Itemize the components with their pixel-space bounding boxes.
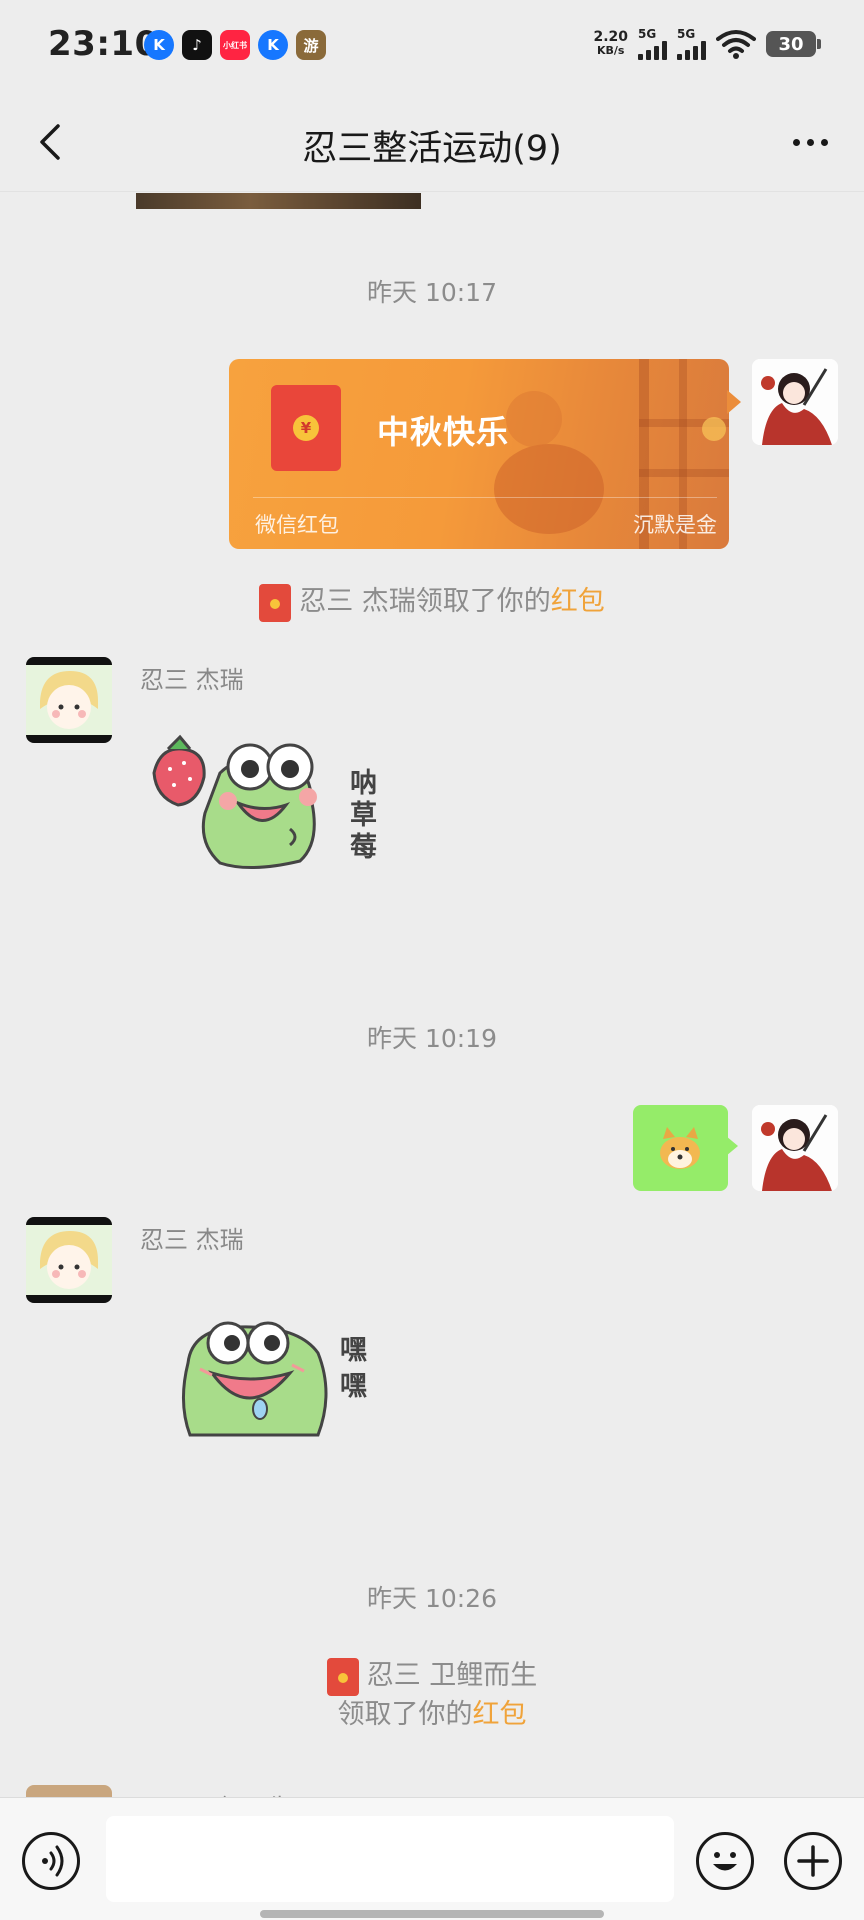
red-packet-source: 微信红包 bbox=[255, 513, 339, 537]
chat-messages[interactable]: 昨天 10:17 ¥ 中秋快乐 微信红包 沉默是金 忍三 杰瑞领取了你的红包 忍… bbox=[0, 193, 864, 1797]
signal-2: 5G bbox=[677, 28, 706, 60]
app-k2-icon: K bbox=[258, 30, 288, 60]
bubble-tail bbox=[726, 1136, 738, 1156]
my-emoji-message[interactable] bbox=[633, 1105, 728, 1191]
status-time: 23:10 bbox=[48, 24, 159, 64]
message-input[interactable] bbox=[106, 1816, 674, 1902]
battery-icon: 30 bbox=[766, 31, 821, 57]
status-app-icons: K ♪ 小红书 K 游 bbox=[144, 30, 326, 60]
red-packet-claim-notice: 忍三 杰瑞领取了你的红包 bbox=[0, 583, 864, 622]
net-speed: 2.20 KB/s bbox=[593, 30, 628, 58]
timestamp: 昨天 10:26 bbox=[367, 1584, 497, 1613]
signal-1: 5G bbox=[638, 28, 667, 60]
signal-bars-icon bbox=[677, 40, 706, 60]
xiaohongshu-icon: 小红书 bbox=[220, 30, 250, 60]
signal-2-label: 5G bbox=[677, 27, 696, 41]
emoji-icon[interactable] bbox=[696, 1832, 754, 1890]
chat-title: 忍三整活运动(9) bbox=[302, 129, 562, 169]
signal-1-label: 5G bbox=[638, 27, 657, 41]
friend-avatar[interactable] bbox=[26, 1217, 112, 1303]
doge-emoji-icon bbox=[660, 1127, 700, 1169]
red-packet-link[interactable]: 红包 bbox=[551, 586, 605, 617]
red-packet-claim-notice: 忍三 卫鲤而生 领取了你的红包 bbox=[0, 1657, 864, 1734]
status-indicators: 2.20 KB/s 5G 5G 30 bbox=[593, 28, 821, 60]
my-avatar[interactable] bbox=[752, 359, 838, 445]
previous-image-message[interactable] bbox=[136, 193, 421, 209]
red-packet-sender: 沉默是金 bbox=[633, 513, 717, 537]
red-envelope-icon bbox=[326, 1657, 359, 1696]
claim-text: 忍三 卫鲤而生 bbox=[366, 1660, 538, 1691]
status-bar: 23:10 K ♪ 小红书 K 游 2.20 KB/s 5G 5G 30 bbox=[0, 0, 864, 92]
net-speed-value: 2.20 bbox=[593, 29, 628, 45]
plus-icon[interactable] bbox=[784, 1832, 842, 1890]
claim-text: 领取了你的 bbox=[337, 1698, 473, 1730]
bubble-tail bbox=[727, 390, 741, 414]
home-indicator[interactable] bbox=[260, 1910, 604, 1918]
sticker-caption: 嘿嘿 bbox=[340, 1335, 367, 1402]
app-k-icon: K bbox=[144, 30, 174, 60]
red-packet-message[interactable]: ¥ 中秋快乐 微信红包 沉默是金 bbox=[229, 359, 729, 549]
divider bbox=[253, 497, 717, 498]
red-packet-link[interactable]: 红包 bbox=[473, 1699, 527, 1730]
friend-avatar[interactable] bbox=[26, 657, 112, 743]
coin-icon: ¥ bbox=[293, 415, 319, 441]
sender-name: 忍三 杰瑞 bbox=[140, 1226, 244, 1254]
wifi-icon bbox=[716, 30, 756, 59]
more-options-icon[interactable] bbox=[782, 122, 838, 162]
tiktok-icon: ♪ bbox=[182, 30, 212, 60]
signal-bars-icon bbox=[638, 40, 667, 60]
chat-header: 忍三整活运动(9) bbox=[0, 92, 864, 192]
voice-input-icon[interactable] bbox=[22, 1832, 80, 1890]
sender-name: 忍三 杰瑞 bbox=[140, 666, 244, 694]
timestamp: 昨天 10:17 bbox=[367, 278, 497, 307]
net-speed-unit: KB/s bbox=[596, 44, 625, 57]
red-envelope-icon: ¥ bbox=[271, 385, 341, 471]
frog-hehe-sticker[interactable] bbox=[178, 1313, 338, 1443]
sender-name: 忍三 卫鲤而生 bbox=[140, 1788, 292, 1797]
timestamp: 昨天 10:19 bbox=[367, 1024, 497, 1053]
red-envelope-icon bbox=[259, 583, 292, 622]
my-avatar[interactable] bbox=[752, 1105, 838, 1191]
claim-text: 忍三 杰瑞领取了你的 bbox=[299, 586, 551, 617]
red-packet-greeting: 中秋快乐 bbox=[377, 413, 510, 451]
input-bar bbox=[0, 1797, 864, 1920]
game-icon: 游 bbox=[296, 30, 326, 60]
sticker-caption: 呐草莓 bbox=[350, 768, 377, 863]
friend-avatar[interactable] bbox=[26, 1785, 112, 1797]
